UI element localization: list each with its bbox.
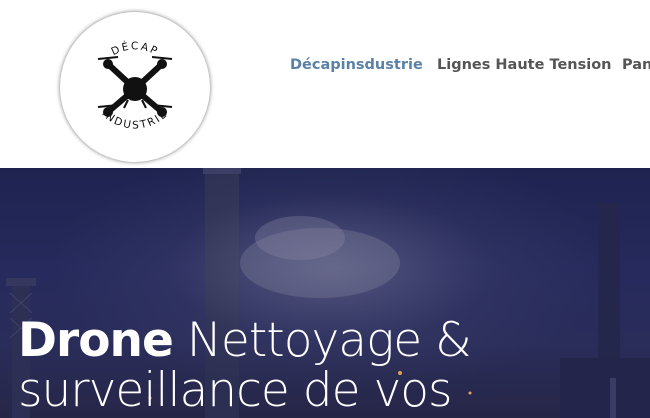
main-nav: Décapinsdustrie Lignes Haute Tension Pan xyxy=(0,0,650,168)
hero-title-bold: Drone xyxy=(18,313,174,368)
hero-title-rest: Nettoyage & xyxy=(172,313,472,368)
site-header: DÉCAP INDUSTRIE Décapinsdustrie Li xyxy=(0,0,650,168)
nav-item-pan[interactable]: Pan xyxy=(622,57,650,73)
hero-title-line2: surveillance de vos xyxy=(18,363,453,418)
nav-item-lignes-haute-tension[interactable]: Lignes Haute Tension xyxy=(437,57,612,73)
nav-item-decapinsdustrie[interactable]: Décapinsdustrie xyxy=(290,57,423,73)
hero-banner: Drone Nettoyage & surveillance de vos xyxy=(0,168,650,418)
hero-title: Drone Nettoyage & surveillance de vos xyxy=(18,313,472,418)
